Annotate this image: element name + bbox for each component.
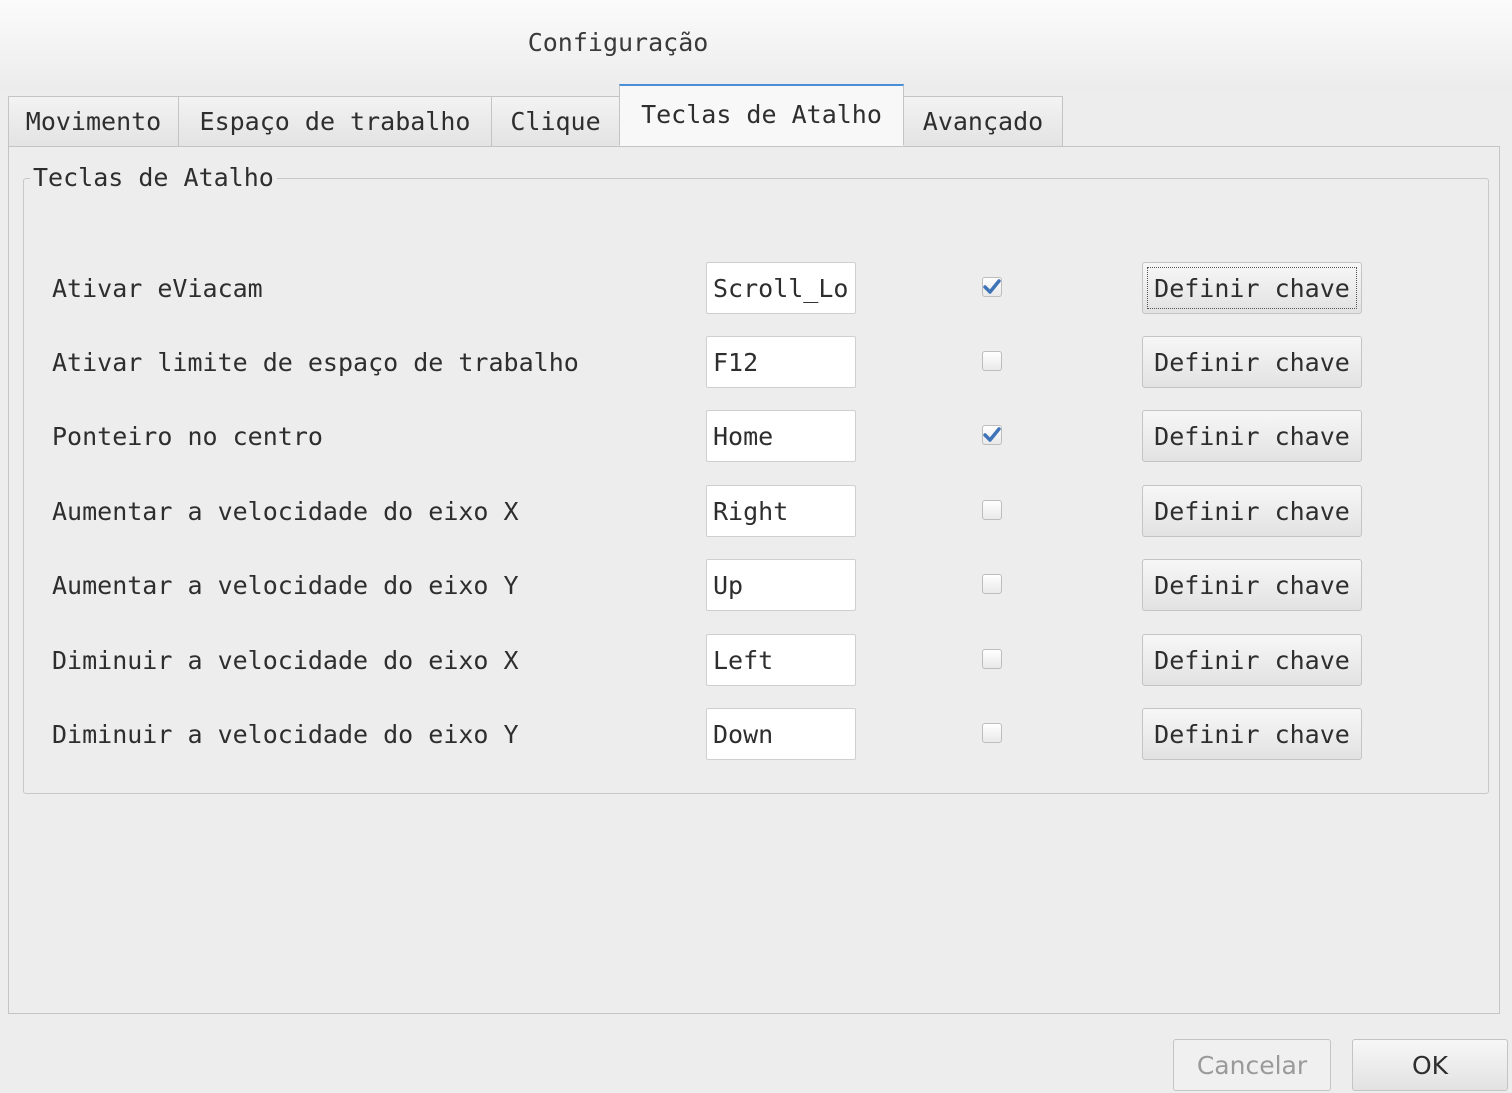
hotkey-row: Diminuir a velocidade do eixo X Definir …	[24, 634, 1488, 688]
ok-button[interactable]: OK	[1352, 1039, 1508, 1091]
key-field[interactable]	[706, 336, 856, 388]
title-bar: Configuração	[0, 0, 1512, 90]
window-title: Configuração	[527, 28, 709, 57]
hotkey-label: Ativar eViacam	[52, 274, 263, 303]
set-key-button[interactable]: Definir chave	[1142, 634, 1362, 686]
enable-checkbox[interactable]	[982, 425, 1002, 445]
tab-espaco-de-trabalho[interactable]: Espaço de trabalho	[178, 96, 492, 146]
set-key-button[interactable]: Definir chave	[1142, 410, 1362, 462]
tab-movimento[interactable]: Movimento	[8, 96, 179, 146]
hotkey-row: Ponteiro no centro Definir chave	[24, 410, 1488, 464]
hotkey-label: Aumentar a velocidade do eixo Y	[52, 571, 519, 600]
set-key-button[interactable]: Definir chave	[1142, 336, 1362, 388]
checkmark-icon	[983, 427, 1001, 442]
hotkeys-groupbox: Teclas de Atalho Ativar eViacam Definir …	[23, 163, 1489, 794]
key-field[interactable]	[706, 410, 856, 462]
enable-checkbox[interactable]	[982, 500, 1002, 520]
enable-checkbox[interactable]	[982, 723, 1002, 743]
hotkey-label: Aumentar a velocidade do eixo X	[52, 497, 519, 526]
key-field[interactable]	[706, 708, 856, 760]
tab-panel: Teclas de Atalho Ativar eViacam Definir …	[8, 146, 1500, 1014]
hotkey-label: Ativar limite de espaço de trabalho	[52, 348, 579, 377]
hotkey-row: Ativar limite de espaço de trabalho Defi…	[24, 336, 1488, 390]
enable-checkbox[interactable]	[982, 574, 1002, 594]
hotkey-label: Ponteiro no centro	[52, 422, 323, 451]
hotkey-label: Diminuir a velocidade do eixo Y	[52, 720, 519, 749]
group-title: Teclas de Atalho	[30, 163, 277, 193]
tab-clique[interactable]: Clique	[491, 96, 620, 146]
hotkey-label: Diminuir a velocidade do eixo X	[52, 646, 519, 675]
set-key-button[interactable]: Definir chave	[1142, 485, 1362, 537]
enable-checkbox[interactable]	[982, 351, 1002, 371]
tab-avancado[interactable]: Avançado	[903, 96, 1063, 146]
tab-teclas-de-atalho[interactable]: Teclas de Atalho	[619, 84, 904, 146]
key-field[interactable]	[706, 485, 856, 537]
tab-bar: Movimento Espaço de trabalho Clique Tecl…	[8, 84, 1063, 146]
cancel-button[interactable]: Cancelar	[1173, 1039, 1331, 1091]
hotkey-row: Aumentar a velocidade do eixo X Definir …	[24, 485, 1488, 539]
key-field[interactable]	[706, 559, 856, 611]
key-field[interactable]	[706, 262, 856, 314]
checkmark-icon	[983, 279, 1001, 294]
hotkey-row: Aumentar a velocidade do eixo Y Definir …	[24, 559, 1488, 613]
key-field[interactable]	[706, 634, 856, 686]
enable-checkbox[interactable]	[982, 277, 1002, 297]
dialog-footer: Cancelar OK	[0, 1016, 1512, 1093]
hotkey-row: Diminuir a velocidade do eixo Y Definir …	[24, 708, 1488, 762]
set-key-button[interactable]: Definir chave	[1142, 262, 1362, 314]
hotkey-row: Ativar eViacam Definir chave	[24, 262, 1488, 316]
set-key-button[interactable]: Definir chave	[1142, 708, 1362, 760]
enable-checkbox[interactable]	[982, 649, 1002, 669]
set-key-button[interactable]: Definir chave	[1142, 559, 1362, 611]
